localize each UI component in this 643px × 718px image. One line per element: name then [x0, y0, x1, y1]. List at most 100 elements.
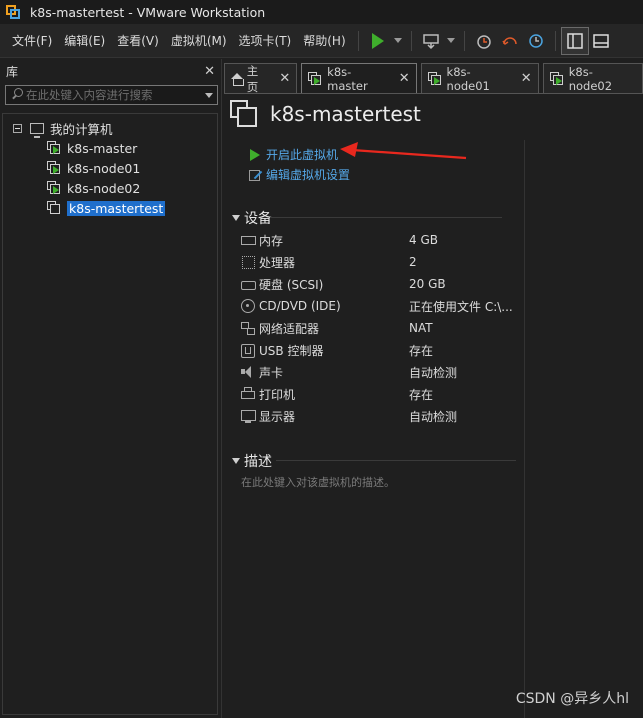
power-on-button[interactable]: [365, 28, 391, 54]
device-value: 自动检测: [409, 365, 458, 380]
window-title: k8s-mastertest - VMware Workstation: [30, 4, 266, 20]
power-dropdown-button[interactable]: [391, 28, 405, 54]
menu-bar: 文件(F) 编辑(E) 查看(V) 虚拟机(M) 选项卡(T) 帮助(H): [0, 24, 643, 58]
device-row-cpu[interactable]: 处理器 2: [240, 251, 524, 273]
menu-view[interactable]: 查看(V): [111, 32, 165, 49]
collapse-icon[interactable]: [13, 123, 22, 133]
vm-stopped-icon: [47, 201, 61, 215]
tab-k8s-node01[interactable]: k8s-node01 ✕: [420, 63, 539, 93]
display-icon: [240, 409, 256, 423]
search-dropdown-icon[interactable]: [205, 92, 213, 98]
device-value: 20 GB: [409, 277, 446, 291]
library-panel: 库 ✕ 我的计算机 k8s-master k8s-node01 k8s-node…: [0, 59, 222, 718]
power-on-label: 开启此虚拟机: [266, 148, 339, 162]
title-bar: k8s-mastertest - VMware Workstation: [0, 0, 643, 24]
device-value: 正在使用文件 C:\...: [409, 299, 513, 314]
panel-divider: [524, 140, 525, 718]
menu-file[interactable]: 文件(F): [6, 32, 58, 49]
tree-item-k8s-node01[interactable]: k8s-node01: [47, 158, 140, 178]
vm-running-icon: [308, 71, 322, 86]
menu-vm[interactable]: 虚拟机(M): [165, 32, 233, 49]
tab-home[interactable]: 主页 ✕: [224, 63, 298, 94]
tree-root-my-computer[interactable]: 我的计算机: [13, 118, 113, 138]
send-ctrl-alt-del-button[interactable]: [418, 28, 444, 54]
snapshot-button[interactable]: [471, 28, 497, 54]
chevron-down-icon: [446, 38, 455, 43]
menu-help[interactable]: 帮助(H): [297, 32, 351, 49]
device-name: 显示器: [259, 409, 296, 424]
toolbar-separator: [463, 30, 465, 51]
menu-tabs[interactable]: 选项卡(T): [233, 32, 298, 49]
tab-k8s-node02[interactable]: k8s-node02: [542, 63, 643, 93]
tab-k8s-master[interactable]: k8s-master ✕: [301, 63, 417, 93]
vm-running-icon: [47, 161, 61, 175]
tab-close-icon[interactable]: ✕: [399, 71, 410, 86]
description-section-header[interactable]: 描述: [232, 451, 272, 471]
tab-label: k8s-node01: [446, 64, 490, 93]
device-name: CD/DVD (IDE): [259, 299, 341, 313]
library-view-button[interactable]: [560, 26, 589, 55]
library-search-input[interactable]: [26, 88, 205, 102]
device-row-disk[interactable]: 硬盘 (SCSI) 20 GB: [240, 273, 524, 295]
play-icon: [250, 148, 260, 161]
edit-vm-settings-link[interactable]: 编辑虚拟机设置: [248, 166, 350, 183]
chevron-down-icon: [393, 38, 402, 43]
ctrl-alt-del-dropdown-button[interactable]: [444, 28, 458, 54]
tab-close-icon[interactable]: ✕: [279, 71, 290, 86]
vm-icon: [230, 100, 258, 128]
revert-snapshot-icon: [502, 36, 517, 45]
vm-running-icon: [549, 71, 563, 86]
tree-item-label: k8s-node01: [67, 160, 141, 176]
device-row-usb[interactable]: USB 控制器 存在: [240, 339, 524, 361]
tab-close-icon[interactable]: ✕: [521, 71, 532, 86]
tree-item-k8s-mastertest[interactable]: k8s-mastertest: [47, 198, 166, 218]
tree-item-k8s-node02[interactable]: k8s-node02: [47, 178, 140, 198]
power-on-vm-link[interactable]: 开启此虚拟机: [250, 146, 338, 163]
menu-edit[interactable]: 编辑(E): [58, 32, 111, 49]
devices-section-header[interactable]: 设备: [232, 208, 272, 228]
section-divider: [276, 460, 516, 461]
tab-label: 主页: [246, 63, 259, 94]
sidebar-layout-icon: [566, 32, 583, 49]
tab-bar: 主页 ✕ k8s-master ✕ k8s-node01 ✕ k8s-node0…: [224, 63, 643, 94]
device-value: 4 GB: [409, 233, 438, 247]
vm-summary-page: k8s-mastertest 开启此虚拟机 编辑虚拟机设置 设备 内存 4 GB…: [224, 93, 643, 718]
device-row-memory[interactable]: 内存 4 GB: [240, 229, 524, 251]
usb-icon: [240, 343, 256, 358]
devices-title: 设备: [244, 211, 272, 227]
search-icon: [10, 86, 26, 104]
collapse-triangle-icon: [232, 458, 240, 464]
cpu-icon: [240, 255, 256, 269]
library-title: 库: [6, 64, 19, 79]
tree-item-label-selected: k8s-mastertest: [67, 200, 166, 216]
snapshot-manager-icon: [528, 33, 543, 48]
device-row-network[interactable]: 网络适配器 NAT: [240, 317, 524, 339]
device-name: 打印机: [259, 387, 296, 402]
revert-snapshot-button[interactable]: [497, 28, 523, 54]
keyboard-icon: [422, 33, 439, 49]
description-placeholder[interactable]: 在此处键入对该虚拟机的描述。: [241, 474, 395, 490]
device-row-display[interactable]: 显示器 自动检测: [240, 405, 524, 427]
library-header: 库 ✕: [0, 59, 221, 83]
tree-item-label: k8s-master: [67, 140, 138, 156]
section-divider: [270, 217, 502, 218]
sound-icon: [240, 365, 256, 379]
tab-label: k8s-master: [327, 64, 368, 93]
device-name: 网络适配器: [259, 321, 320, 336]
device-name: USB 控制器: [259, 343, 324, 358]
csdn-watermark: CSDN @异乡人hl: [515, 691, 629, 707]
vm-running-icon: [427, 71, 441, 86]
console-view-button[interactable]: [588, 28, 614, 54]
device-value: 2: [409, 255, 417, 269]
device-row-printer[interactable]: 打印机 存在: [240, 383, 524, 405]
library-close-icon[interactable]: ✕: [204, 64, 215, 79]
device-row-sound[interactable]: 声卡 自动检测: [240, 361, 524, 383]
annotation-arrow-icon: [340, 142, 467, 160]
network-icon: [240, 321, 256, 335]
device-name: 处理器: [259, 255, 296, 270]
device-row-cd[interactable]: CD/DVD (IDE) 正在使用文件 C:\...: [240, 295, 524, 317]
memory-icon: [240, 233, 256, 247]
tree-item-k8s-master[interactable]: k8s-master: [47, 138, 137, 158]
snapshot-manager-button[interactable]: [523, 28, 549, 54]
play-icon: [371, 32, 384, 49]
